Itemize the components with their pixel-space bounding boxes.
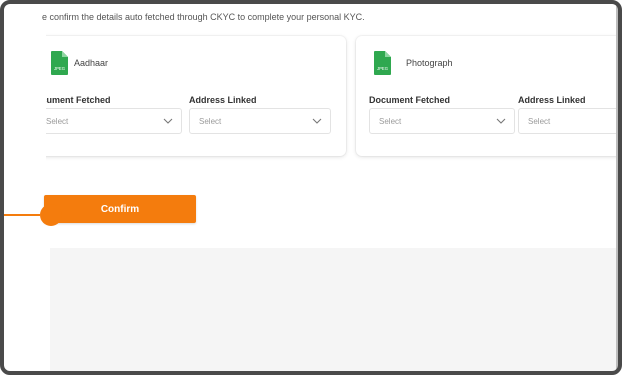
chevron-down-icon [312, 118, 322, 124]
select-placeholder: Select [379, 117, 402, 126]
photograph-address-linked-label: Address Linked [518, 95, 586, 105]
jpeg-badge-text: JPEG [54, 66, 65, 71]
aadhaar-title: Aadhaar [74, 58, 109, 68]
aadhaar-document-fetched-label: ocument Fetched [36, 95, 111, 105]
jpeg-badge-text: JPEG [377, 66, 388, 71]
select-placeholder: Select [199, 117, 222, 126]
aadhaar-address-linked-select[interactable]: Select [189, 108, 331, 134]
confirm-button[interactable]: Confirm [44, 195, 196, 223]
photograph-address-linked-select[interactable]: Select [518, 108, 618, 134]
jpeg-file-icon: JPEG [374, 51, 391, 75]
photograph-title: Photograph [406, 58, 453, 68]
intro-text-visible: e confirm the details auto fetched throu… [42, 12, 365, 22]
chevron-down-icon [163, 118, 173, 124]
left-mask [4, 4, 46, 371]
pointer-dot [40, 204, 62, 226]
photograph-card: JPEG Photograph Document Fetched Select … [356, 36, 618, 156]
photograph-document-fetched-select[interactable]: Select [369, 108, 515, 134]
footer-panel [50, 248, 618, 371]
aadhaar-address-linked-label: Address Linked [189, 95, 257, 105]
chevron-down-icon [496, 118, 506, 124]
kyc-page: e confirm the details auto fetched throu… [4, 4, 618, 371]
aadhaar-document-fetched-select[interactable]: Select [36, 108, 182, 134]
pointer-line [0, 214, 40, 216]
photograph-document-fetched-label: Document Fetched [369, 95, 451, 105]
select-placeholder: Select [528, 117, 551, 126]
select-placeholder: Select [46, 117, 69, 126]
right-border [616, 4, 618, 371]
jpeg-file-icon: JPEG [51, 51, 68, 75]
aadhaar-card: JPEG Aadhaar ocument Fetched Select Addr… [4, 36, 346, 156]
